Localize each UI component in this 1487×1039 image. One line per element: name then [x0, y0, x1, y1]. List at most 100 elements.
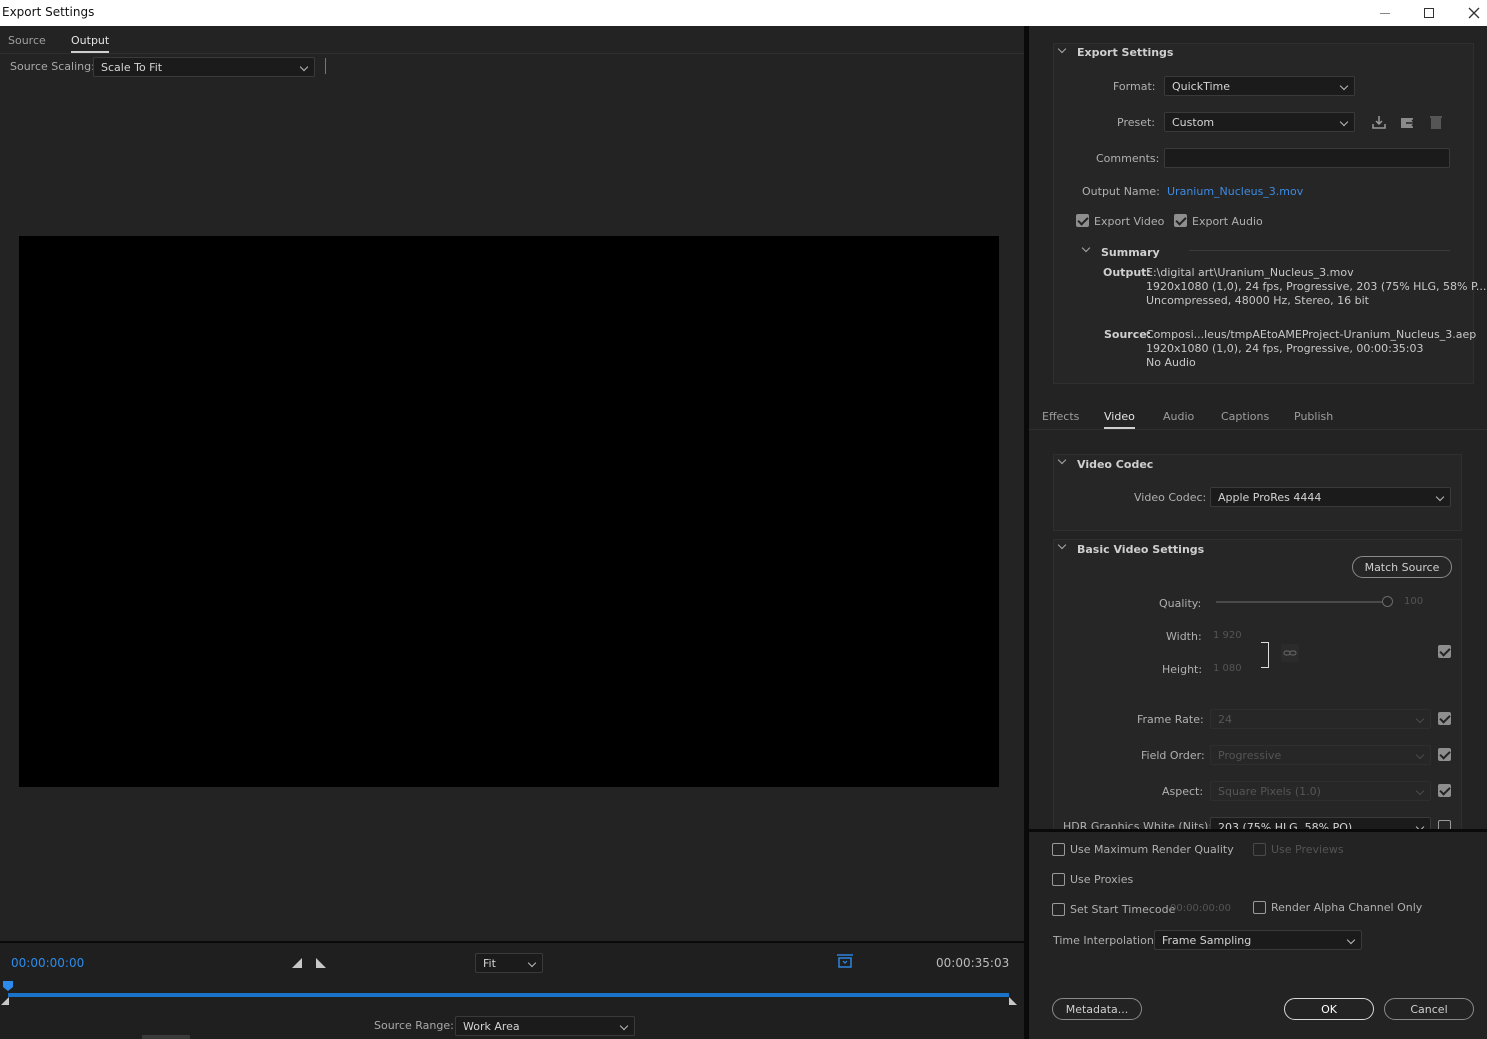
hdr-dropdown[interactable]: 203 (75% HLG, 58% PQ)	[1210, 817, 1431, 829]
delete-preset-icon[interactable]	[1428, 114, 1444, 130]
metadata-button[interactable]: Metadata...	[1052, 998, 1142, 1020]
summary-output-line: 1920x1080 (1,0), 24 fps, Progressive, 20…	[1146, 280, 1487, 293]
zoom-dropdown[interactable]: Fit	[475, 953, 543, 973]
current-timecode[interactable]: 00:00:00:00	[11, 956, 84, 970]
summary-divider	[1189, 250, 1450, 251]
width-label: Width:	[1166, 630, 1202, 643]
close-icon	[1468, 7, 1480, 19]
height-value[interactable]: 1 080	[1213, 663, 1242, 674]
match-frame-rate-checkbox[interactable]	[1438, 712, 1451, 725]
summary-source-line: 1920x1080 (1,0), 24 fps, Progressive, 00…	[1146, 342, 1424, 355]
source-range-dropdown[interactable]: Work Area	[455, 1016, 635, 1036]
source-scaling-label: Source Scaling:	[10, 60, 95, 73]
match-source-button[interactable]: Match Source	[1352, 556, 1452, 578]
chevron-down-icon	[1435, 492, 1445, 502]
frame-rate-label: Frame Rate:	[1137, 713, 1204, 726]
field-order-dropdown[interactable]: Progressive	[1210, 745, 1431, 765]
export-audio-checkbox[interactable]	[1174, 214, 1187, 227]
quality-slider-fill	[1216, 601, 1387, 603]
export-audio-label: Export Audio	[1192, 215, 1263, 228]
source-scaling-dropdown[interactable]: Scale To Fit	[93, 57, 315, 77]
render-alpha-label: Render Alpha Channel Only	[1271, 901, 1423, 914]
set-in-point-icon[interactable]	[291, 957, 303, 969]
chevron-down-icon	[299, 62, 309, 72]
format-dropdown[interactable]: QuickTime	[1164, 76, 1355, 96]
save-preset-icon[interactable]	[1371, 114, 1387, 130]
match-field-order-checkbox[interactable]	[1438, 748, 1451, 761]
preview-panel: Source Output Source Scaling: Scale To F…	[0, 26, 1024, 1039]
chevron-down-icon	[1346, 935, 1356, 945]
cancel-button[interactable]: Cancel	[1384, 998, 1474, 1020]
tab-source[interactable]: Source	[8, 34, 46, 47]
ok-button[interactable]: OK	[1284, 998, 1374, 1020]
summary-source-label: Source:	[1104, 328, 1152, 341]
tab-audio[interactable]: Audio	[1163, 410, 1194, 423]
maximize-button[interactable]	[1406, 0, 1452, 26]
quality-slider-handle[interactable]	[1382, 596, 1393, 607]
output-name-link[interactable]: Uranium_Nucleus_3.mov	[1167, 185, 1303, 198]
export-video-label: Export Video	[1094, 215, 1165, 228]
set-out-point-icon[interactable]	[315, 957, 327, 969]
transport-bar: 00:00:00:00 Fit 00:00:35:03 Source Range…	[0, 941, 1024, 1039]
in-point-marker-icon[interactable]	[1, 997, 10, 1006]
tab-publish[interactable]: Publish	[1294, 410, 1333, 423]
summary-output-label: Output:	[1103, 266, 1151, 279]
close-button[interactable]	[1451, 0, 1487, 26]
field-order-value: Progressive	[1218, 749, 1282, 762]
use-previews-label: Use Previews	[1271, 843, 1344, 856]
video-codec-value: Apple ProRes 4444	[1218, 491, 1322, 504]
chevron-down-icon	[1415, 750, 1425, 760]
set-start-timecode-checkbox[interactable]	[1052, 903, 1065, 916]
video-codec-dropdown[interactable]: Apple ProRes 4444	[1210, 487, 1451, 507]
start-timecode-value[interactable]: 00:00:00:00	[1170, 903, 1231, 914]
timeline-bar[interactable]	[8, 993, 1009, 997]
aspect-value: Square Pixels (1.0)	[1218, 785, 1321, 798]
time-interpolation-label: Time Interpolation:	[1053, 934, 1158, 947]
chevron-down-icon	[1339, 117, 1349, 127]
minimize-icon	[1380, 12, 1390, 14]
preset-dropdown[interactable]: Custom	[1164, 112, 1355, 132]
chevron-down-icon	[527, 958, 537, 968]
hdr-checkbox[interactable]	[1438, 820, 1451, 829]
chevron-down-icon	[1415, 714, 1425, 724]
playhead-handle[interactable]	[3, 981, 13, 991]
preset-label: Preset:	[1117, 116, 1156, 129]
export-options: Use Maximum Render Quality Use Previews …	[1029, 829, 1487, 1039]
summary-output-line: E:\digital art\Uranium_Nucleus_3.mov	[1146, 266, 1354, 279]
constrain-proportions-button[interactable]	[1281, 644, 1299, 662]
quality-slider[interactable]	[1216, 601, 1387, 603]
width-value[interactable]: 1 920	[1213, 630, 1242, 641]
summary-output-line: Uncompressed, 48000 Hz, Stereo, 16 bit	[1146, 294, 1369, 307]
hdr-row-clip: HDR Graphics White (Nits): 203 (75% HLG,…	[1029, 812, 1487, 829]
max-render-quality-checkbox[interactable]	[1052, 843, 1065, 856]
aspect-dropdown[interactable]: Square Pixels (1.0)	[1210, 781, 1431, 801]
comments-input[interactable]	[1164, 148, 1450, 168]
out-point-marker-icon[interactable]	[1009, 997, 1018, 1006]
time-interpolation-dropdown[interactable]: Frame Sampling	[1154, 930, 1362, 950]
video-codec-label: Video Codec:	[1134, 491, 1207, 504]
comments-label: Comments:	[1096, 152, 1160, 165]
render-alpha-checkbox[interactable]	[1253, 901, 1266, 914]
use-proxies-checkbox[interactable]	[1052, 873, 1065, 886]
time-interpolation-value: Frame Sampling	[1162, 934, 1252, 947]
minimize-button[interactable]	[1362, 0, 1408, 26]
frame-rate-dropdown[interactable]: 24	[1210, 709, 1431, 729]
tab-output[interactable]: Output	[71, 34, 110, 53]
aspect-toggle-icon[interactable]	[836, 953, 854, 971]
tab-effects[interactable]: Effects	[1042, 410, 1079, 423]
match-aspect-checkbox[interactable]	[1438, 784, 1451, 797]
summary-heading: Summary	[1101, 246, 1160, 259]
quality-label: Quality:	[1159, 597, 1202, 610]
maximize-icon	[1424, 8, 1434, 18]
video-codec-heading: Video Codec	[1077, 458, 1154, 471]
quality-value: 100	[1404, 596, 1424, 607]
tab-video[interactable]: Video	[1104, 410, 1135, 429]
horizontal-scrollbar[interactable]	[142, 1035, 190, 1039]
use-previews-checkbox[interactable]	[1253, 843, 1266, 856]
tab-captions[interactable]: Captions	[1221, 410, 1269, 423]
settings-tabs: Effects Video Audio Captions Publish	[1029, 403, 1487, 430]
duration-timecode: 00:00:35:03	[936, 956, 1010, 970]
export-video-checkbox[interactable]	[1076, 214, 1089, 227]
import-preset-icon[interactable]	[1400, 114, 1416, 130]
match-source-dimensions-checkbox[interactable]	[1438, 645, 1451, 658]
